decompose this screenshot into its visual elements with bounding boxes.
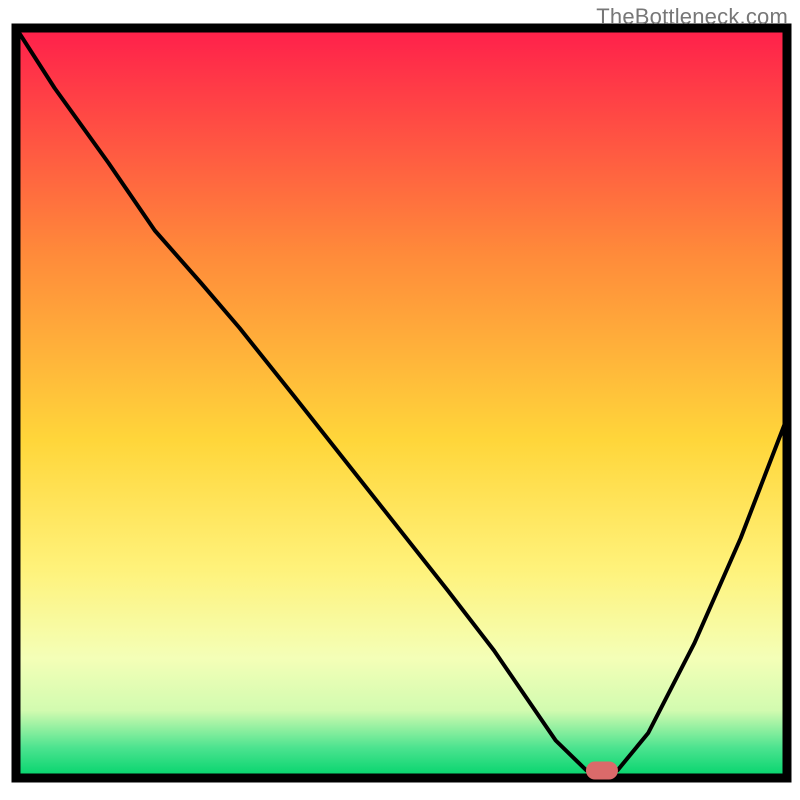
chart-container: TheBottleneck.com bbox=[0, 0, 800, 800]
highlight-marker bbox=[586, 762, 618, 780]
watermark-text: TheBottleneck.com bbox=[596, 4, 788, 30]
chart-svg bbox=[0, 0, 800, 800]
plot-background bbox=[16, 28, 787, 778]
